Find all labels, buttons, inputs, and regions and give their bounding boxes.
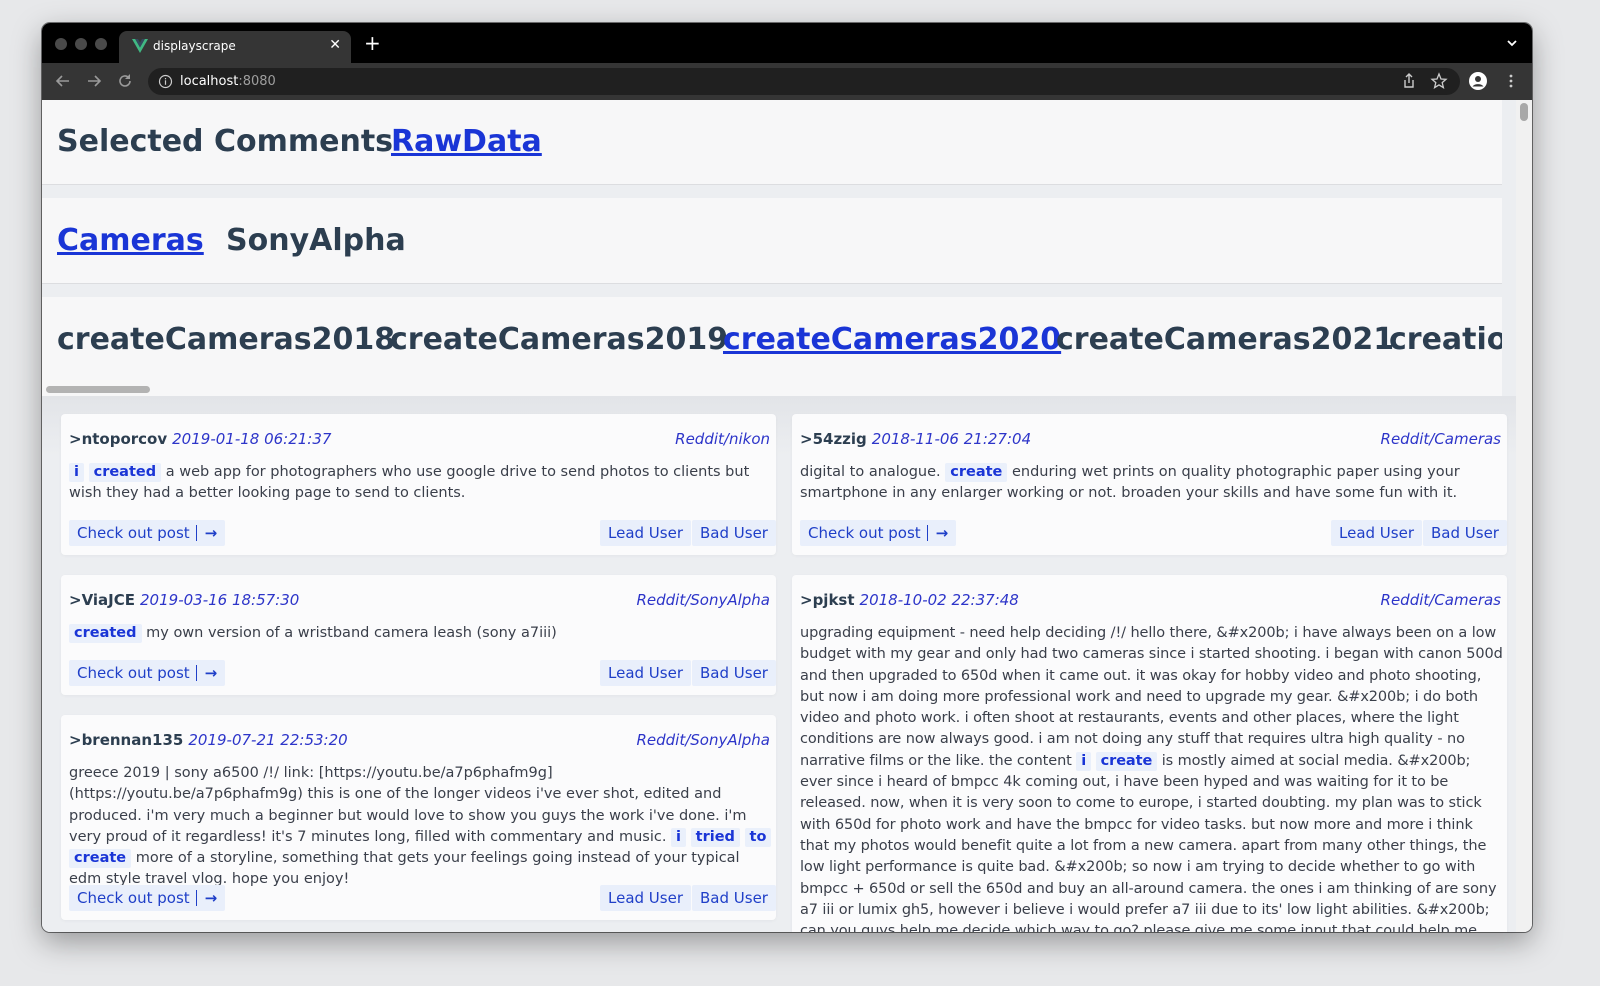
bad-user-button[interactable]: Bad User [692, 660, 776, 686]
view-nav: Selected Comments RawData [42, 100, 1502, 185]
comment-text [686, 829, 691, 845]
nav-link-cameras[interactable]: Cameras [57, 223, 204, 258]
bookmark-star-icon[interactable] [1430, 72, 1448, 90]
tab-title: displayscrape [153, 39, 236, 53]
bad-user-button[interactable]: Bad User [692, 885, 776, 911]
arrow-right-icon: → [935, 524, 949, 542]
keyword-highlight: create [69, 849, 132, 869]
keyword-highlight: i [1076, 751, 1092, 771]
new-tab-icon[interactable]: + [364, 33, 381, 53]
title-bar: displayscrape ✕ + [42, 23, 1532, 63]
nav-link-dataset-2019[interactable]: createCameras2019 [390, 322, 728, 357]
comment-source-link[interactable]: Reddit/nikon [675, 430, 770, 448]
keyword-highlight: created [88, 463, 162, 482]
arrow-right-icon: → [204, 524, 218, 542]
comment-body: upgrading equipment - need help deciding… [800, 623, 1505, 932]
comment-body: i created a web app for photographers wh… [69, 462, 770, 505]
comment-text: my own version of a wristband camera lea… [141, 625, 557, 641]
reload-icon[interactable] [116, 72, 134, 90]
check-out-post-button[interactable]: Check out post → [69, 520, 226, 546]
nav-link-dataset-creation[interactable]: creation [1389, 322, 1502, 357]
bad-user-button[interactable]: Bad User [692, 520, 776, 546]
page-content: Selected Comments RawData Cameras SonyAl… [42, 100, 1516, 932]
comment-header: >ViaJCE 2019-03-16 18:57:30 [69, 591, 300, 609]
keyword-highlight: create [1095, 751, 1158, 771]
vertical-scrollbar[interactable] [1516, 100, 1532, 932]
browser-tab[interactable]: displayscrape ✕ [119, 31, 351, 63]
comment-body: created my own version of a wristband ca… [69, 623, 770, 644]
bad-user-button[interactable]: Bad User [1423, 520, 1507, 546]
comment-card: >54zzig 2018-11-06 21:27:04 Reddit/Camera… [792, 414, 1507, 555]
nav-link-dataset-2020[interactable]: createCameras2020 [723, 322, 1061, 357]
comment-body: greece 2019 | sony a6500 /!/ link: [http… [69, 763, 772, 891]
vue-logo-icon [132, 39, 148, 53]
browser-window: displayscrape ✕ + localhost:8080 Selecte… [42, 23, 1532, 932]
comment-text [740, 829, 745, 845]
maximize-window-button[interactable] [95, 38, 107, 50]
nav-link-sonyalpha[interactable]: SonyAlpha [226, 223, 406, 258]
arrow-right-icon: → [204, 664, 218, 682]
comment-text: is mostly aimed at social media. &#x200b… [800, 752, 1497, 932]
lead-user-button[interactable]: Lead User [1331, 520, 1422, 546]
forward-arrow-icon[interactable] [85, 72, 103, 90]
comment-text: more of a storyline, something that gets… [69, 850, 740, 888]
lead-user-button[interactable]: Lead User [600, 660, 691, 686]
arrow-right-icon: → [204, 889, 218, 907]
keyword-highlight: create [945, 463, 1008, 482]
lead-user-button[interactable]: Lead User [600, 520, 691, 546]
horizontal-scrollbar-thumb[interactable] [46, 386, 150, 393]
comment-card: >ntoporcov 2019-01-18 06:21:37 Reddit/nik… [61, 414, 776, 555]
comment-card: >brennan135 2019-07-21 22:53:20 Reddit/So… [61, 715, 776, 920]
tab-close-icon[interactable]: ✕ [329, 37, 341, 53]
comment-text [1091, 753, 1096, 769]
nav-link-selected-comments[interactable]: Selected Comments [57, 124, 393, 159]
comment-text: upgrading equipment - need help deciding… [800, 625, 1503, 769]
nav-link-dataset-2021[interactable]: createCameras2021 [1056, 322, 1394, 357]
share-icon[interactable] [1400, 72, 1418, 90]
check-out-post-button[interactable]: Check out post → [69, 885, 226, 911]
info-icon[interactable] [158, 74, 173, 89]
check-out-post-button[interactable]: Check out post → [800, 520, 957, 546]
comment-body: digital to analogue. create enduring wet… [800, 462, 1501, 505]
comment-source-link[interactable]: Reddit/SonyAlpha [636, 731, 770, 749]
nav-link-dataset-2018[interactable]: createCameras2018 [57, 322, 395, 357]
nav-link-rawdata[interactable]: RawData [391, 124, 542, 159]
close-window-button[interactable] [55, 38, 67, 50]
keyword-highlight: created [69, 624, 142, 643]
profile-avatar-icon[interactable] [1469, 72, 1487, 90]
comment-header: >ntoporcov 2019-01-18 06:21:37 [69, 430, 332, 448]
comment-header: >brennan135 2019-07-21 22:53:20 [69, 731, 348, 749]
dataset-nav[interactable]: createCameras2018 createCameras2019 crea… [42, 297, 1502, 396]
comment-header: >pjkst 2018-10-02 22:37:48 [800, 591, 1019, 609]
comment-source-link[interactable]: Reddit/Cameras [1381, 591, 1501, 609]
minimize-window-button[interactable] [75, 38, 87, 50]
check-out-post-button[interactable]: Check out post → [69, 660, 226, 686]
keyword-highlight: i [69, 463, 84, 482]
comment-source-link[interactable]: Reddit/SonyAlpha [636, 591, 770, 609]
comment-card: >pjkst 2018-10-02 22:37:48 Reddit/Cameras… [792, 575, 1507, 932]
comment-text [84, 464, 89, 480]
comment-card: >ViaJCE 2019-03-16 18:57:30 Reddit/SonyAl… [61, 575, 776, 695]
vertical-scrollbar-thumb[interactable] [1520, 103, 1528, 121]
chevron-down-icon[interactable] [1506, 37, 1518, 49]
comment-text: digital to analogue. [800, 464, 946, 480]
keyword-highlight: i [671, 827, 687, 847]
comment-text: a web app for photographers who use goog… [69, 464, 750, 502]
lead-user-button[interactable]: Lead User [600, 885, 691, 911]
menu-dots-icon[interactable] [1502, 72, 1520, 90]
keyword-highlight: tried [690, 827, 740, 847]
comment-header: >54zzig 2018-11-06 21:27:04 [800, 430, 1032, 448]
address-bar[interactable]: localhost:8080 [148, 68, 1460, 95]
comment-text: greece 2019 | sony a6500 /!/ link: [http… [69, 765, 747, 845]
address-toolbar: localhost:8080 [42, 63, 1532, 100]
back-arrow-icon[interactable] [54, 72, 72, 90]
comment-source-link[interactable]: Reddit/Cameras [1381, 430, 1501, 448]
url-text: localhost:8080 [180, 74, 276, 89]
source-nav: Cameras SonyAlpha [42, 198, 1502, 284]
keyword-highlight: to [744, 827, 772, 847]
